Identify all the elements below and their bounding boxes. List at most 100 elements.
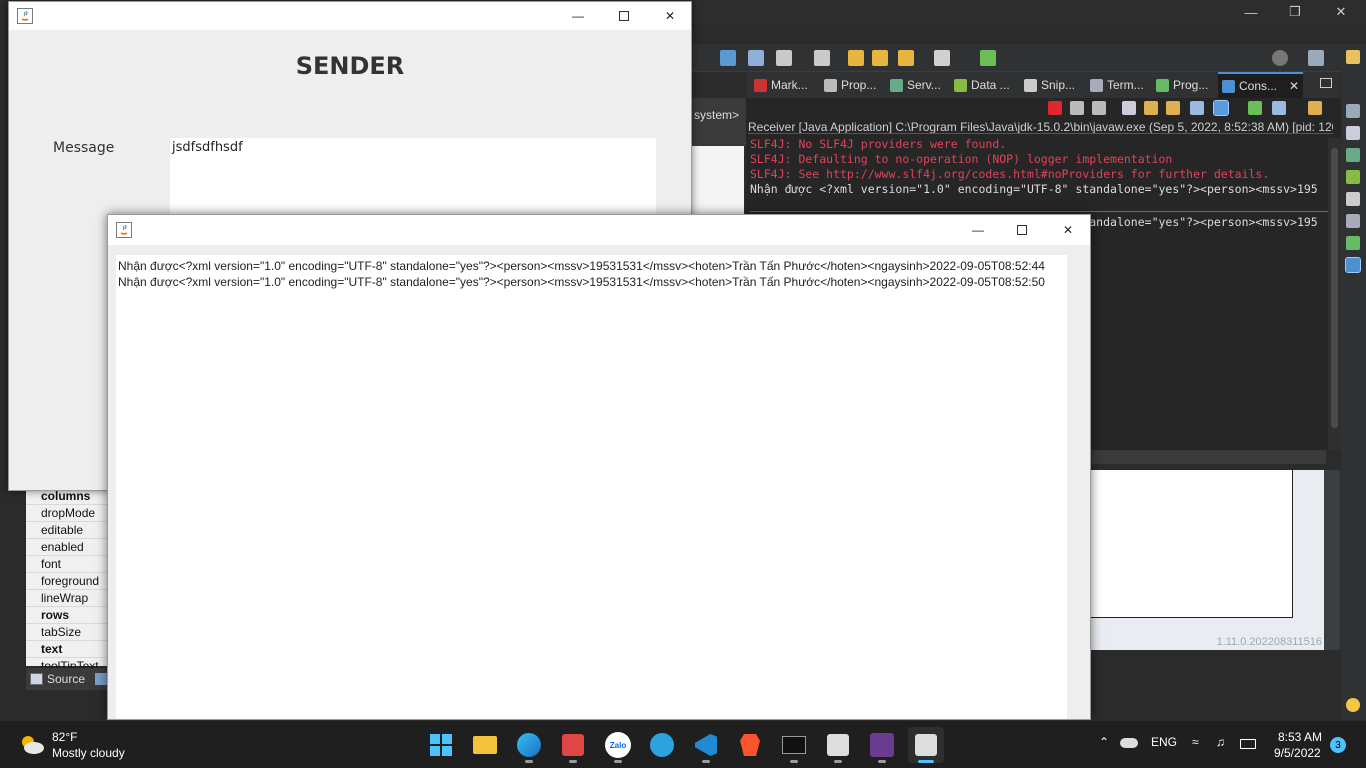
maximize-button[interactable] [601, 2, 647, 30]
outline-icon[interactable] [1346, 104, 1360, 118]
perspective-icon[interactable] [1308, 50, 1324, 66]
taskbar-vscode[interactable] [688, 727, 724, 763]
remove-all-icon[interactable] [1092, 101, 1106, 115]
scrollbar-thumb[interactable] [1331, 148, 1338, 428]
terminal-trim-icon[interactable] [1346, 214, 1360, 228]
forward-arrow-icon[interactable] [934, 50, 950, 66]
tab-progress[interactable]: Prog... [1152, 72, 1212, 98]
tab-snippets[interactable]: Snip... [1020, 72, 1079, 98]
taskbar-telegram[interactable] [644, 727, 680, 763]
progress-trim-icon[interactable] [1346, 236, 1360, 250]
start-button[interactable] [423, 727, 459, 763]
show-stdout-icon[interactable] [1190, 101, 1204, 115]
scroll-lock-icon[interactable] [1144, 101, 1158, 115]
close-button[interactable]: ✕ [1045, 215, 1090, 245]
tab-properties[interactable]: Prop... [820, 72, 880, 98]
open-console-icon[interactable] [1272, 101, 1286, 115]
taskbar-eclipse-jee[interactable] [864, 727, 900, 763]
ide-close-button[interactable]: ✕ [1318, 0, 1364, 24]
console-toolbar [746, 98, 1341, 118]
tab-servers[interactable]: Serv... [886, 72, 945, 98]
close-icon: ✕ [1062, 223, 1074, 237]
cloudy-weather-icon[interactable] [18, 733, 46, 755]
tab-data-source[interactable]: Data ... [950, 72, 1014, 98]
property-row[interactable]: rows [26, 607, 107, 624]
onedrive-cloud-icon[interactable] [1120, 738, 1138, 748]
close-button[interactable]: ✕ [647, 2, 693, 30]
taskbar-terminal[interactable] [776, 727, 812, 763]
design-icon[interactable] [95, 673, 108, 685]
close-icon[interactable]: ✕ [1289, 79, 1299, 93]
tool-icon[interactable] [748, 50, 764, 66]
clock-date[interactable]: 9/5/2022 [1274, 746, 1321, 760]
task-list-icon[interactable] [1346, 126, 1360, 140]
running-indicator [702, 760, 710, 763]
taskbar-java-receiver[interactable] [908, 727, 944, 763]
servers-trim-icon[interactable] [1346, 148, 1360, 162]
maximize-button[interactable] [999, 215, 1045, 245]
tab-markers[interactable]: Mark... [750, 72, 812, 98]
taskbar-zalo[interactable]: Zalo [600, 727, 636, 763]
property-row[interactable]: enabled [26, 539, 107, 556]
console-vertical-scrollbar[interactable] [1328, 138, 1341, 450]
open-task-icon[interactable] [980, 50, 996, 66]
remove-launch-icon[interactable] [1070, 101, 1084, 115]
search-icon[interactable] [1272, 50, 1288, 66]
folder-icon [473, 736, 497, 754]
minimize-button[interactable]: — [955, 215, 1001, 245]
property-row[interactable]: tabSize [26, 624, 107, 641]
property-row[interactable]: foreground [26, 573, 107, 590]
taskbar-app-unikey[interactable] [555, 727, 591, 763]
tip-bulb-icon[interactable] [1346, 698, 1360, 712]
data-trim-icon[interactable] [1346, 170, 1360, 184]
ide-minimize-button[interactable]: — [1228, 0, 1274, 24]
word-wrap-icon[interactable] [1166, 101, 1180, 115]
tab-terminal[interactable]: Term... [1086, 72, 1148, 98]
taskbar-edge[interactable] [511, 727, 547, 763]
message-label: Message [53, 140, 115, 156]
taskbar-file-explorer[interactable] [467, 727, 503, 763]
terminate-icon[interactable] [1048, 101, 1062, 115]
wifi-icon[interactable]: ≈ [1192, 735, 1199, 749]
property-row[interactable]: font [26, 556, 107, 573]
back-arrow-icon[interactable] [898, 50, 914, 66]
clear-console-icon[interactable] [1122, 101, 1136, 115]
language-indicator[interactable]: ENG [1151, 735, 1177, 749]
tab-console[interactable]: Cons... ✕ [1218, 72, 1304, 98]
clock-time[interactable]: 8:53 AM [1278, 730, 1322, 744]
console-output[interactable]: SLF4J: No SLF4J providers were found. SL… [750, 137, 1328, 197]
console-trim-icon[interactable] [1345, 257, 1361, 273]
minimize-button[interactable]: — [555, 2, 601, 30]
sender-title-bar[interactable]: — ✕ [9, 2, 691, 30]
maximize-icon[interactable] [1320, 78, 1332, 88]
property-row[interactable]: dropMode [26, 505, 107, 522]
weather-description[interactable]: Mostly cloudy [52, 746, 125, 760]
file-icon[interactable] [776, 50, 792, 66]
console-horizontal-scrollbar[interactable] [1090, 450, 1326, 464]
tab-source[interactable]: Source [26, 672, 85, 686]
history-icon[interactable] [814, 50, 830, 66]
notification-badge[interactable]: 3 [1330, 737, 1346, 753]
design-canvas[interactable] [1090, 470, 1293, 618]
property-row[interactable]: lineWrap [26, 590, 107, 607]
perspective-switch-icon[interactable] [1346, 50, 1360, 64]
taskbar-brave[interactable] [732, 727, 768, 763]
property-row[interactable]: text [26, 641, 107, 658]
progress-icon [1156, 78, 1169, 92]
display-console-icon[interactable] [1248, 101, 1262, 115]
new-console-icon[interactable] [1308, 101, 1322, 115]
taskbar-java-sender[interactable] [820, 727, 856, 763]
globe-icon[interactable] [720, 50, 736, 66]
prev-edit-icon[interactable] [848, 50, 864, 66]
receiver-title-bar[interactable]: — ✕ [108, 215, 1090, 245]
pin-console-icon[interactable] [1213, 100, 1229, 116]
weather-temperature[interactable]: 82°F [52, 730, 77, 744]
received-messages-textarea[interactable]: Nhận được<?xml version="1.0" encoding="U… [116, 255, 1067, 719]
snippets-trim-icon[interactable] [1346, 192, 1360, 206]
chevron-up-icon[interactable]: ⌃ [1099, 735, 1109, 749]
volume-icon[interactable]: ♫ [1216, 735, 1225, 749]
next-edit-icon[interactable] [872, 50, 888, 66]
property-row[interactable]: editable [26, 522, 107, 539]
ide-restore-button[interactable]: ❐ [1272, 0, 1318, 24]
battery-icon[interactable] [1240, 739, 1256, 749]
